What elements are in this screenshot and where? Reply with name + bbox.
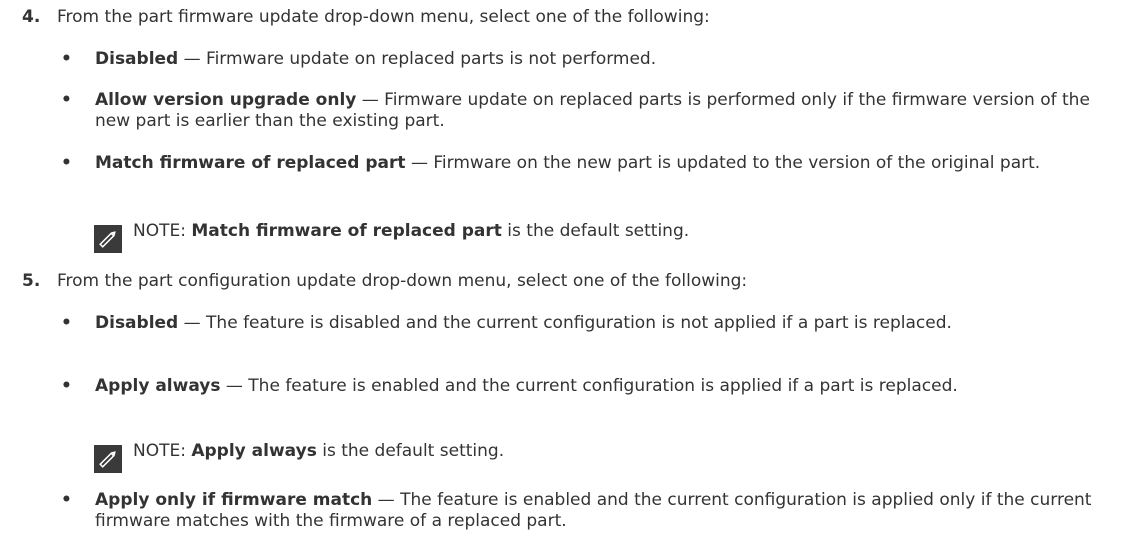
option-description: The feature is enabled and the current c… (248, 376, 958, 396)
note-rest: is the default setting. (501, 221, 690, 241)
option-description: Firmware update on replaced parts is not… (206, 49, 657, 69)
option-separator: — (405, 153, 434, 173)
option-separator: — (356, 90, 385, 110)
bullet-glyph: • (61, 313, 72, 333)
note-callout: NOTE: Apply always is the default settin… (0, 441, 1136, 473)
option-description: Firmware on the new part is updated to t… (433, 153, 1041, 173)
note-prefix: NOTE: (133, 221, 192, 241)
pencil-note-icon (94, 225, 122, 253)
option-separator: — (372, 490, 401, 510)
bullet-glyph: • (61, 90, 72, 110)
option-separator: — (178, 49, 207, 69)
bullet-glyph: • (61, 49, 72, 69)
pencil-note-icon (94, 445, 122, 473)
note-term: Match firmware of replaced part (191, 221, 502, 241)
option-description: The feature is disabled and the current … (206, 313, 952, 333)
option-term: Disabled (95, 313, 179, 333)
note-term: Apply always (191, 441, 317, 461)
note-callout: NOTE: Match firmware of replaced part is… (0, 221, 1136, 253)
option-separator: — (220, 376, 249, 396)
option-separator: — (178, 313, 207, 333)
option-term: Apply only if firmware match (95, 490, 373, 510)
option-term: Apply always (95, 376, 221, 396)
note-prefix: NOTE: (133, 441, 192, 461)
bullet-glyph: • (61, 153, 72, 173)
step-number: 5. (22, 271, 41, 291)
bullet-glyph: • (61, 490, 72, 510)
note-rest: is the default setting. (316, 441, 505, 461)
bullet-glyph: • (61, 376, 72, 396)
option-term: Allow version upgrade only (95, 90, 357, 110)
step-number: 4. (22, 7, 41, 27)
step-text: From the part configuration update drop-… (57, 271, 748, 291)
option-term: Match firmware of replaced part (95, 153, 406, 173)
option-term: Disabled (95, 49, 179, 69)
step-text: From the part firmware update drop-down … (57, 7, 710, 27)
